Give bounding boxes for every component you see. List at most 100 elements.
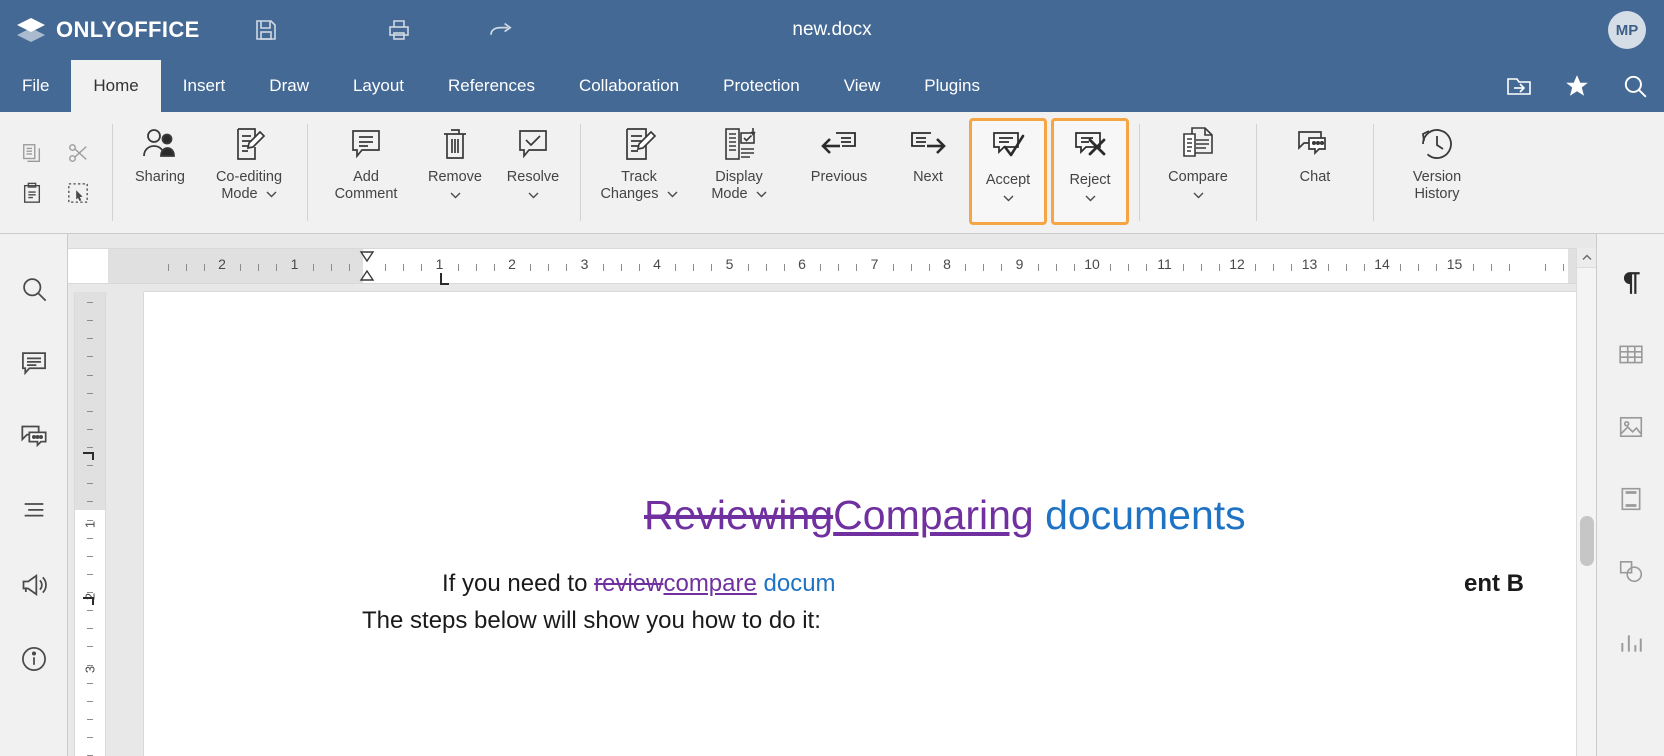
redo-icon[interactable] [483, 14, 515, 46]
indent-markers[interactable] [357, 249, 377, 289]
trash-icon [435, 125, 475, 167]
scroll-up-button[interactable] [1577, 248, 1596, 268]
ruler-tick [87, 392, 93, 394]
tab-collaboration[interactable]: Collaboration [557, 60, 701, 112]
sidebar-item-paragraph-settings[interactable] [1614, 266, 1648, 300]
add-comment-label-1: Add [353, 169, 379, 185]
sidebar-item-image-settings[interactable] [1614, 410, 1648, 444]
sidebar-item-headings[interactable] [17, 494, 51, 528]
tab-bar: File Home Insert Draw Layout References … [0, 60, 1664, 112]
undo-icon[interactable] [405, 14, 437, 46]
version-history-button[interactable]: Version History [1382, 112, 1492, 233]
reject-button[interactable]: Reject [1051, 118, 1129, 225]
ruler-tick [167, 264, 169, 271]
track-changes-button[interactable]: Track Changes [589, 112, 689, 233]
chevron-down-icon[interactable] [528, 187, 539, 204]
margin-marker[interactable] [83, 452, 94, 460]
tab-insert[interactable]: Insert [161, 60, 248, 112]
cut-button[interactable] [60, 135, 96, 171]
tab-protection[interactable]: Protection [701, 60, 822, 112]
chevron-down-icon[interactable] [667, 186, 678, 203]
co-editing-mode-label-2: Mode [221, 186, 258, 203]
favorite-star-icon[interactable] [1548, 60, 1606, 112]
accept-button[interactable]: Accept [969, 118, 1047, 225]
paste-button[interactable] [14, 175, 50, 211]
chevron-down-icon[interactable] [266, 186, 277, 203]
previous-change-button[interactable]: Previous [789, 112, 889, 233]
horizontal-ruler[interactable]: 2 1 1 2 3 4 5 6 7 8 9 10 11 12 13 14 15 [68, 248, 1576, 285]
co-editing-mode-button[interactable]: Co-editing Mode [199, 112, 299, 233]
ruler-tick [457, 264, 459, 271]
next-change-button[interactable]: Next [889, 112, 967, 233]
vertical-scrollbar[interactable] [1576, 248, 1596, 756]
document-page[interactable]: ReviewingComparing documents If you need… [144, 292, 1576, 756]
reject-button-label: Reject [1069, 172, 1111, 188]
ruler-tick [910, 264, 912, 271]
chevron-down-icon[interactable] [1193, 187, 1204, 204]
compare-button[interactable]: Compare [1148, 112, 1248, 233]
sidebar-item-shape-settings[interactable] [1614, 554, 1648, 588]
tab-references[interactable]: References [426, 60, 557, 112]
ribbon-divider [112, 124, 113, 221]
sidebar-item-table-settings[interactable] [1614, 338, 1648, 372]
sidebar-item-search[interactable] [17, 272, 51, 306]
compare-button-label: Compare [1168, 169, 1228, 185]
display-mode-button[interactable]: Display Mode [689, 112, 789, 233]
ruler-tick [1563, 264, 1565, 271]
tab-home[interactable]: Home [71, 60, 161, 112]
chevron-down-icon[interactable] [1003, 190, 1014, 207]
sharing-button[interactable]: Sharing [121, 112, 199, 233]
ruler-tick [348, 264, 350, 271]
tab-draw[interactable]: Draw [247, 60, 331, 112]
add-comment-button[interactable]: Add Comment [316, 112, 416, 233]
heading-deleted-text: Reviewing [644, 492, 834, 538]
sharing-button-label: Sharing [135, 169, 185, 185]
ruler-tick [475, 264, 477, 271]
ruler-tick [602, 264, 604, 271]
avatar[interactable]: MP [1608, 11, 1646, 49]
paragraph1-after: docum [756, 570, 836, 597]
sidebar-item-chart-settings[interactable] [1614, 626, 1648, 660]
sidebar-item-chat[interactable] [17, 420, 51, 454]
ruler-tick [385, 264, 387, 271]
remove-button[interactable]: Remove [416, 112, 494, 233]
ruler-number: 12 [1229, 256, 1245, 272]
select-all-button[interactable] [60, 175, 96, 211]
ruler-number: 2 [508, 256, 516, 272]
open-file-location-icon[interactable] [1490, 60, 1548, 112]
search-icon[interactable] [1606, 60, 1664, 112]
ribbon-divider [1256, 124, 1257, 221]
document-canvas[interactable]: L 21123456789101112131415 123 [68, 234, 1596, 756]
ruler-number: 8 [943, 256, 951, 272]
tab-file[interactable]: File [0, 60, 71, 112]
chevron-down-icon[interactable] [450, 187, 461, 204]
ruler-top-margin-zone [75, 292, 105, 510]
sidebar-item-about[interactable] [17, 642, 51, 676]
chevron-down-icon[interactable] [756, 186, 767, 203]
margin-marker[interactable] [83, 597, 94, 605]
version-history-label-1: Version [1412, 169, 1462, 185]
scrollbar-thumb[interactable] [1580, 516, 1594, 566]
ruler-tick [783, 264, 785, 271]
chevron-down-icon[interactable] [1085, 190, 1096, 207]
ruler-tick [87, 610, 93, 612]
ruler-tick [983, 264, 985, 271]
tab-layout[interactable]: Layout [331, 60, 426, 112]
tab-plugins[interactable]: Plugins [902, 60, 1002, 112]
ruler-tick [1037, 264, 1039, 271]
ruler-number: 3 [580, 256, 589, 272]
vertical-ruler[interactable]: 123 [74, 292, 106, 756]
tab-stop-marker[interactable] [440, 273, 449, 285]
ruler-tick [87, 302, 93, 303]
sidebar-item-feedback[interactable] [17, 568, 51, 602]
save-icon[interactable] [250, 14, 282, 46]
resolve-button[interactable]: Resolve [494, 112, 572, 233]
ruler-tick [1110, 264, 1112, 271]
resolve-check-icon [513, 125, 553, 167]
tab-view[interactable]: View [822, 60, 903, 112]
sidebar-item-comments[interactable] [17, 346, 51, 380]
ruler-number: 9 [1015, 256, 1024, 272]
sidebar-item-header-footer[interactable] [1614, 482, 1648, 516]
copy-button[interactable] [14, 135, 50, 171]
chat-button[interactable]: Chat [1265, 112, 1365, 233]
